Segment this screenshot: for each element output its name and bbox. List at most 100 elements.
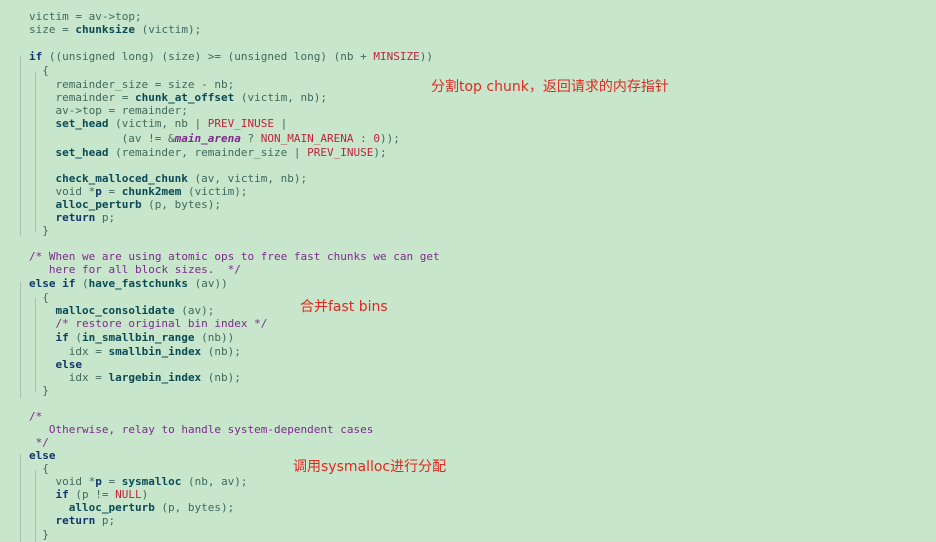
code-line: victim = av->top;	[29, 10, 142, 24]
code-line: set_head (victim, nb | PREV_INUSE |	[55, 117, 287, 131]
code-line: remainder_size = size - nb;	[55, 78, 234, 92]
code-token: (	[75, 277, 89, 290]
code-token: here for all block sizes. */	[29, 263, 241, 276]
code-token: /*	[29, 410, 43, 423]
code-token: :	[353, 132, 374, 145]
code-token: set_head	[55, 146, 109, 159]
code-line: {	[42, 291, 49, 305]
code-line: alloc_perturb (p, bytes);	[69, 501, 235, 515]
code-line: remainder = chunk_at_offset (victim, nb)…	[55, 91, 327, 105]
code-line: void *p = sysmalloc (nb, av);	[55, 475, 247, 489]
code-line: Otherwise, relay to handle system-depend…	[29, 423, 374, 437]
fold-guide	[20, 56, 21, 236]
code-token: have_fastchunks	[88, 277, 188, 290]
code-token: (nb);	[201, 371, 241, 384]
code-token: (	[68, 331, 82, 344]
code-token: chunk2mem	[121, 185, 182, 198]
code-token: ));	[379, 132, 400, 145]
code-token: Otherwise, relay to handle system-depend…	[29, 423, 374, 436]
code-line: else	[29, 449, 56, 463]
code-token: NON_MAIN_ARENA	[260, 132, 354, 145]
code-token: if	[55, 331, 69, 344]
code-token: victim = av->top;	[29, 10, 142, 23]
code-token: if	[55, 488, 69, 501]
code-token: if	[29, 50, 43, 63]
code-line: if (in_smallbin_range (nb))	[55, 331, 234, 345]
code-line: else	[55, 358, 82, 372]
code-token: chunksize	[75, 23, 135, 36]
code-token: idx =	[68, 345, 109, 358]
fold-guide	[35, 72, 36, 232]
code-token: (remainder, remainder_size |	[108, 146, 308, 159]
code-token: (nb))	[194, 331, 235, 344]
code-token: p;	[95, 211, 116, 224]
code-token: =	[101, 475, 122, 488]
code-token: (victim, nb |	[108, 117, 208, 130]
code-line: }	[42, 384, 49, 398]
code-line: check_malloced_chunk (av, victim, nb);	[55, 172, 307, 186]
code-line: alloc_perturb (p, bytes);	[55, 198, 221, 212]
code-token: size =	[29, 23, 76, 36]
code-token: )	[141, 488, 149, 501]
annotation-split-top-chunk: 分割top chunk，返回请求的内存指针	[431, 79, 669, 95]
code-token: else	[55, 358, 82, 371]
code-token: =	[101, 185, 122, 198]
code-line: {	[42, 462, 49, 476]
code-token: (p, bytes);	[141, 198, 222, 211]
code-line: */	[29, 436, 49, 450]
code-line: /* restore original bin index */	[55, 317, 267, 331]
code-token: return	[55, 514, 96, 527]
annotation-merge-fast-bins: 合并fast bins	[300, 299, 388, 315]
code-token: void *	[55, 185, 96, 198]
code-token: av->top = remainder;	[55, 104, 188, 117]
code-token: (nb);	[201, 345, 241, 358]
code-line: (av != &main_arena ? NON_MAIN_ARENA : 0)…	[122, 132, 400, 146]
code-token: remainder_size = size - nb;	[55, 78, 235, 91]
code-token: /* When we are using atomic ops to free …	[29, 250, 440, 263]
code-token: return	[55, 211, 96, 224]
fold-guide	[20, 454, 21, 542]
code-token: p;	[95, 514, 116, 527]
code-token: void *	[55, 475, 96, 488]
code-token: (victim);	[134, 23, 202, 36]
code-line: else if (have_fastchunks (av))	[29, 277, 228, 291]
code-token: ))	[419, 50, 433, 63]
code-token: idx =	[68, 371, 109, 384]
code-token: alloc_perturb	[68, 501, 155, 514]
code-token: main_arena	[174, 132, 241, 145]
code-token: {	[42, 291, 49, 304]
code-token: (av != &	[121, 132, 175, 145]
code-token: (av, victim, nb);	[187, 172, 308, 185]
fold-guide	[20, 282, 21, 398]
code-token: (victim, nb);	[234, 91, 328, 104]
code-token: largebin_index	[108, 371, 202, 384]
code-line: size = chunksize (victim);	[29, 23, 201, 37]
code-token: (nb, av);	[181, 475, 248, 488]
code-token: PREV_INUSE	[207, 117, 275, 130]
annotation-sysmalloc: 调用sysmalloc进行分配	[293, 459, 447, 475]
code-token: ((unsigned long) (size) >= (unsigned lon…	[42, 50, 374, 63]
code-token: (p !=	[68, 488, 116, 501]
code-token: );	[373, 146, 387, 159]
code-line: here for all block sizes. */	[29, 263, 241, 277]
code-token: |	[274, 117, 288, 130]
code-token: remainder =	[55, 91, 135, 104]
code-token: }	[42, 528, 49, 541]
code-token: }	[42, 224, 49, 237]
code-line: malloc_consolidate (av);	[55, 304, 214, 318]
code-token: */	[29, 436, 49, 449]
code-token: alloc_perturb	[55, 198, 142, 211]
code-token: /* restore original bin index */	[55, 317, 268, 330]
code-token: in_smallbin_range	[81, 331, 195, 344]
code-token: chunk_at_offset	[134, 91, 235, 104]
code-token: (av);	[174, 304, 215, 317]
code-token: else	[29, 449, 56, 462]
code-line: if (p != NULL)	[55, 488, 148, 502]
code-token: else if	[29, 277, 76, 290]
code-token: p	[95, 185, 102, 198]
code-line: }	[42, 528, 49, 542]
code-line: return p;	[55, 514, 115, 528]
code-token: }	[42, 384, 49, 397]
code-token: (av))	[187, 277, 228, 290]
code-token: 0	[373, 132, 380, 145]
